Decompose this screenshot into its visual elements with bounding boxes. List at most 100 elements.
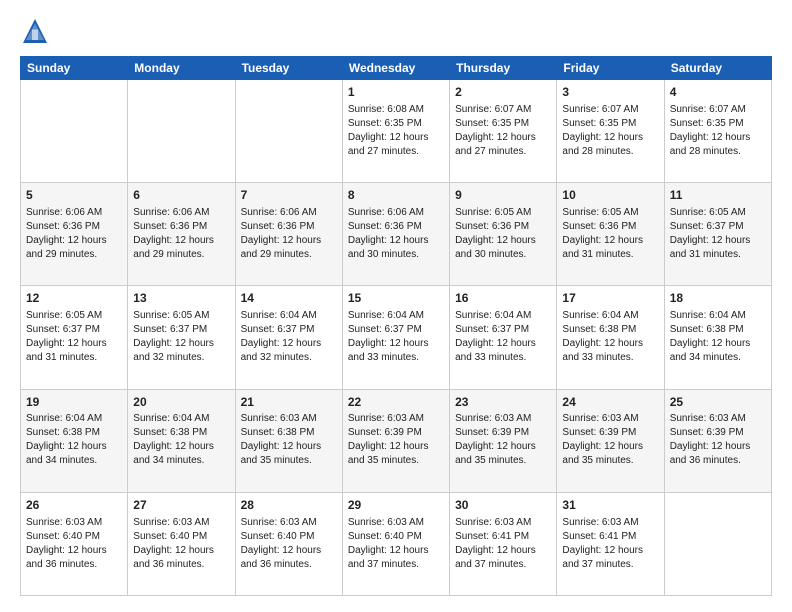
day-info: Sunrise: 6:06 AM Sunset: 6:36 PM Dayligh… xyxy=(133,206,229,262)
day-number: 25 xyxy=(670,394,766,411)
day-number: 7 xyxy=(241,187,337,204)
page: SundayMondayTuesdayWednesdayThursdayFrid… xyxy=(0,0,792,612)
day-number: 3 xyxy=(562,84,658,101)
day-info: Sunrise: 6:06 AM Sunset: 6:36 PM Dayligh… xyxy=(26,206,122,262)
day-number: 1 xyxy=(348,84,444,101)
day-number: 13 xyxy=(133,290,229,307)
calendar-cell: 2 Sunrise: 6:07 AM Sunset: 6:35 PM Daylig… xyxy=(450,80,557,183)
calendar-table: SundayMondayTuesdayWednesdayThursdayFrid… xyxy=(20,56,772,596)
calendar-cell: 9 Sunrise: 6:05 AM Sunset: 6:36 PM Daylig… xyxy=(450,183,557,286)
weekday-header-wednesday: Wednesday xyxy=(342,57,449,80)
calendar-cell: 1 Sunrise: 6:08 AM Sunset: 6:35 PM Daylig… xyxy=(342,80,449,183)
calendar-cell: 25Sunrise: 6:03 AM Sunset: 6:39 PM Dayli… xyxy=(664,389,771,492)
day-info: Sunrise: 6:04 AM Sunset: 6:37 PM Dayligh… xyxy=(455,309,551,365)
day-number: 14 xyxy=(241,290,337,307)
calendar-cell: 16Sunrise: 6:04 AM Sunset: 6:37 PM Dayli… xyxy=(450,286,557,389)
calendar-cell: 15 Sunrise: 6:04 AM Sunset: 6:37 PM Dayli… xyxy=(342,286,449,389)
day-number: 15 xyxy=(348,290,444,307)
calendar-cell: 8 Sunrise: 6:06 AM Sunset: 6:36 PM Daylig… xyxy=(342,183,449,286)
day-info: Sunrise: 6:03 AM Sunset: 6:39 PM Dayligh… xyxy=(562,412,658,468)
day-number: 9 xyxy=(455,187,551,204)
day-number: 12 xyxy=(26,290,122,307)
logo xyxy=(20,16,54,46)
day-number: 10 xyxy=(562,187,658,204)
calendar-cell: 20Sunrise: 6:04 AM Sunset: 6:38 PM Dayli… xyxy=(128,389,235,492)
day-number: 11 xyxy=(670,187,766,204)
day-number: 26 xyxy=(26,497,122,514)
day-info: Sunrise: 6:04 AM Sunset: 6:37 PM Dayligh… xyxy=(348,309,444,365)
week-row-2: 5Sunrise: 6:06 AM Sunset: 6:36 PM Daylig… xyxy=(21,183,772,286)
calendar-cell: 26 Sunrise: 6:03 AM Sunset: 6:40 PM Dayli… xyxy=(21,492,128,595)
day-number: 20 xyxy=(133,394,229,411)
day-number: 22 xyxy=(348,394,444,411)
week-row-5: 26 Sunrise: 6:03 AM Sunset: 6:40 PM Dayli… xyxy=(21,492,772,595)
week-row-4: 19Sunrise: 6:04 AM Sunset: 6:38 PM Dayli… xyxy=(21,389,772,492)
day-info: Sunrise: 6:04 AM Sunset: 6:38 PM Dayligh… xyxy=(26,412,122,468)
calendar-cell: 24Sunrise: 6:03 AM Sunset: 6:39 PM Dayli… xyxy=(557,389,664,492)
day-info: Sunrise: 6:03 AM Sunset: 6:39 PM Dayligh… xyxy=(455,412,551,468)
day-info: Sunrise: 6:08 AM Sunset: 6:35 PM Dayligh… xyxy=(348,103,444,159)
day-info: Sunrise: 6:03 AM Sunset: 6:41 PM Dayligh… xyxy=(562,516,658,572)
day-info: Sunrise: 6:07 AM Sunset: 6:35 PM Dayligh… xyxy=(670,103,766,159)
weekday-header-saturday: Saturday xyxy=(664,57,771,80)
calendar-cell: 30Sunrise: 6:03 AM Sunset: 6:41 PM Dayli… xyxy=(450,492,557,595)
day-info: Sunrise: 6:03 AM Sunset: 6:40 PM Dayligh… xyxy=(348,516,444,572)
day-number: 27 xyxy=(133,497,229,514)
calendar-cell: 10Sunrise: 6:05 AM Sunset: 6:36 PM Dayli… xyxy=(557,183,664,286)
calendar-cell: 6 Sunrise: 6:06 AM Sunset: 6:36 PM Daylig… xyxy=(128,183,235,286)
day-number: 23 xyxy=(455,394,551,411)
calendar-cell xyxy=(664,492,771,595)
day-info: Sunrise: 6:03 AM Sunset: 6:38 PM Dayligh… xyxy=(241,412,337,468)
day-number: 8 xyxy=(348,187,444,204)
calendar-cell: 19Sunrise: 6:04 AM Sunset: 6:38 PM Dayli… xyxy=(21,389,128,492)
week-row-3: 12 Sunrise: 6:05 AM Sunset: 6:37 PM Dayli… xyxy=(21,286,772,389)
day-number: 18 xyxy=(670,290,766,307)
calendar-cell: 13Sunrise: 6:05 AM Sunset: 6:37 PM Dayli… xyxy=(128,286,235,389)
calendar-cell: 12 Sunrise: 6:05 AM Sunset: 6:37 PM Dayli… xyxy=(21,286,128,389)
calendar-cell: 27 Sunrise: 6:03 AM Sunset: 6:40 PM Dayli… xyxy=(128,492,235,595)
day-number: 6 xyxy=(133,187,229,204)
day-info: Sunrise: 6:03 AM Sunset: 6:40 PM Dayligh… xyxy=(26,516,122,572)
day-info: Sunrise: 6:03 AM Sunset: 6:39 PM Dayligh… xyxy=(348,412,444,468)
day-info: Sunrise: 6:04 AM Sunset: 6:37 PM Dayligh… xyxy=(241,309,337,365)
day-number: 2 xyxy=(455,84,551,101)
calendar-cell: 31 Sunrise: 6:03 AM Sunset: 6:41 PM Dayli… xyxy=(557,492,664,595)
day-number: 30 xyxy=(455,497,551,514)
weekday-header-tuesday: Tuesday xyxy=(235,57,342,80)
calendar-cell: 17Sunrise: 6:04 AM Sunset: 6:38 PM Dayli… xyxy=(557,286,664,389)
weekday-header-thursday: Thursday xyxy=(450,57,557,80)
day-info: Sunrise: 6:04 AM Sunset: 6:38 PM Dayligh… xyxy=(670,309,766,365)
weekday-header-sunday: Sunday xyxy=(21,57,128,80)
calendar-cell: 11Sunrise: 6:05 AM Sunset: 6:37 PM Dayli… xyxy=(664,183,771,286)
calendar-cell: 29Sunrise: 6:03 AM Sunset: 6:40 PM Dayli… xyxy=(342,492,449,595)
calendar-cell: 5Sunrise: 6:06 AM Sunset: 6:36 PM Daylig… xyxy=(21,183,128,286)
day-info: Sunrise: 6:07 AM Sunset: 6:35 PM Dayligh… xyxy=(455,103,551,159)
calendar-cell: 22Sunrise: 6:03 AM Sunset: 6:39 PM Dayli… xyxy=(342,389,449,492)
day-info: Sunrise: 6:03 AM Sunset: 6:39 PM Dayligh… xyxy=(670,412,766,468)
week-row-1: 1 Sunrise: 6:08 AM Sunset: 6:35 PM Daylig… xyxy=(21,80,772,183)
calendar-cell xyxy=(128,80,235,183)
calendar-cell: 28Sunrise: 6:03 AM Sunset: 6:40 PM Dayli… xyxy=(235,492,342,595)
day-number: 24 xyxy=(562,394,658,411)
calendar-cell: 4 Sunrise: 6:07 AM Sunset: 6:35 PM Daylig… xyxy=(664,80,771,183)
calendar-cell: 21Sunrise: 6:03 AM Sunset: 6:38 PM Dayli… xyxy=(235,389,342,492)
day-number: 28 xyxy=(241,497,337,514)
calendar-cell: 7 Sunrise: 6:06 AM Sunset: 6:36 PM Daylig… xyxy=(235,183,342,286)
day-info: Sunrise: 6:03 AM Sunset: 6:40 PM Dayligh… xyxy=(133,516,229,572)
day-info: Sunrise: 6:06 AM Sunset: 6:36 PM Dayligh… xyxy=(241,206,337,262)
day-info: Sunrise: 6:06 AM Sunset: 6:36 PM Dayligh… xyxy=(348,206,444,262)
logo-icon xyxy=(20,16,50,46)
calendar-cell: 23Sunrise: 6:03 AM Sunset: 6:39 PM Dayli… xyxy=(450,389,557,492)
day-number: 21 xyxy=(241,394,337,411)
day-number: 4 xyxy=(670,84,766,101)
day-info: Sunrise: 6:05 AM Sunset: 6:37 PM Dayligh… xyxy=(26,309,122,365)
day-number: 17 xyxy=(562,290,658,307)
day-number: 19 xyxy=(26,394,122,411)
calendar-cell: 3Sunrise: 6:07 AM Sunset: 6:35 PM Daylig… xyxy=(557,80,664,183)
day-number: 31 xyxy=(562,497,658,514)
weekday-header-row: SundayMondayTuesdayWednesdayThursdayFrid… xyxy=(21,57,772,80)
calendar-cell: 18 Sunrise: 6:04 AM Sunset: 6:38 PM Dayli… xyxy=(664,286,771,389)
weekday-header-monday: Monday xyxy=(128,57,235,80)
day-info: Sunrise: 6:05 AM Sunset: 6:36 PM Dayligh… xyxy=(455,206,551,262)
calendar-cell xyxy=(235,80,342,183)
